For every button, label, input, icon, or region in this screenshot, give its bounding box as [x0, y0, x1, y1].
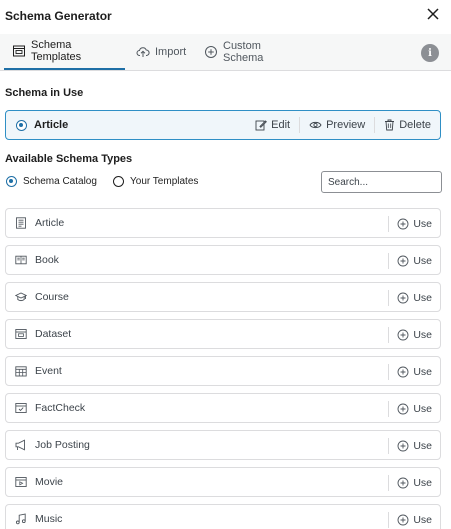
schema-item-job-posting: Job Posting Use — [5, 430, 441, 460]
schema-actions: Edit Preview Delete — [246, 111, 440, 139]
plus-circle-icon — [397, 477, 409, 489]
plus-circle-icon — [397, 440, 409, 452]
plus-circle-icon — [397, 218, 409, 230]
use-label: Use — [413, 329, 432, 341]
filter-label: Schema Catalog — [23, 176, 97, 187]
graduation-cap-icon — [15, 291, 27, 303]
delete-label: Delete — [399, 119, 431, 131]
info-icon[interactable]: i — [421, 44, 439, 62]
schema-item-course: Course Use — [5, 282, 441, 312]
use-label: Use — [413, 403, 432, 415]
edit-icon — [255, 120, 268, 131]
templates-icon — [12, 44, 26, 58]
tab-bar: Schema Templates Import Custom Schema — [0, 34, 451, 71]
filter-schema-catalog[interactable]: Schema Catalog — [6, 176, 97, 187]
preview-button[interactable]: Preview — [299, 117, 374, 133]
section-title-available-schema-types: Available Schema Types — [5, 153, 133, 165]
schema-item-article: Article Use — [5, 208, 441, 238]
calendar-icon — [15, 365, 27, 377]
article-icon — [15, 217, 27, 229]
schema-item-dataset: Dataset Use — [5, 319, 441, 349]
schema-item-movie: Movie Use — [5, 467, 441, 497]
schema-item-label: Course — [35, 291, 69, 303]
section-title-schema-in-use: Schema in Use — [5, 87, 84, 99]
use-label: Use — [413, 514, 432, 526]
tab-custom-schema[interactable]: Custom Schema — [196, 34, 300, 70]
close-icon[interactable] — [426, 7, 440, 21]
schema-item-label: Dataset — [35, 328, 72, 340]
tab-label: Custom Schema — [223, 40, 264, 64]
delete-button[interactable]: Delete — [374, 117, 440, 133]
use-button[interactable]: Use — [388, 475, 432, 491]
selected-radio-icon — [16, 119, 27, 131]
megaphone-icon — [15, 439, 27, 451]
schema-in-use-name: Article — [34, 119, 69, 131]
edit-button[interactable]: Edit — [246, 117, 299, 133]
use-label: Use — [413, 255, 432, 267]
modal-title: Schema Generator — [5, 9, 112, 23]
radio-schema-catalog[interactable] — [6, 176, 17, 187]
book-icon — [15, 254, 27, 266]
plus-circle-icon — [397, 292, 409, 304]
use-button[interactable]: Use — [388, 253, 432, 269]
schema-item-label: Article — [35, 217, 65, 229]
filter-label: Your Templates — [130, 176, 199, 187]
use-label: Use — [413, 440, 432, 452]
factcheck-icon — [15, 402, 27, 414]
plus-circle-icon — [397, 329, 409, 341]
trash-icon — [385, 119, 395, 131]
use-label: Use — [413, 292, 432, 304]
filter-your-templates[interactable]: Your Templates — [113, 176, 198, 187]
use-button[interactable]: Use — [388, 364, 432, 380]
music-icon — [15, 513, 27, 525]
plus-circle-icon — [397, 366, 409, 378]
use-label: Use — [413, 477, 432, 489]
tab-import[interactable]: Import — [128, 34, 190, 70]
schema-item-factcheck: FactCheck Use — [5, 393, 441, 423]
use-button[interactable]: Use — [388, 438, 432, 454]
schema-item-label: Music — [35, 513, 63, 525]
plus-circle-icon — [397, 255, 409, 267]
use-button[interactable]: Use — [388, 327, 432, 343]
schema-item-music: Music Use — [5, 504, 441, 529]
dataset-icon — [15, 328, 27, 340]
use-label: Use — [413, 218, 432, 230]
modal-header: Schema Generator — [0, 0, 451, 34]
schema-item-label: FactCheck — [35, 402, 86, 414]
schema-in-use-card: Article Edit Preview Delete — [5, 110, 441, 140]
schema-item-label: Job Posting — [35, 439, 90, 451]
movie-icon — [15, 476, 27, 488]
edit-label: Edit — [271, 119, 291, 131]
cloud-import-icon — [136, 45, 150, 59]
tab-label: Schema Templates — [31, 39, 82, 63]
use-button[interactable]: Use — [388, 216, 432, 232]
tab-label: Import — [155, 46, 187, 58]
plus-circle-icon — [397, 514, 409, 526]
radio-your-templates[interactable] — [113, 176, 124, 187]
schema-item-label: Movie — [35, 476, 64, 488]
schema-item-label: Book — [35, 254, 59, 266]
schema-item-event: Event Use — [5, 356, 441, 386]
use-button[interactable]: Use — [388, 290, 432, 306]
plus-circle-icon — [204, 45, 218, 59]
use-label: Use — [413, 366, 432, 378]
search-input[interactable] — [321, 171, 442, 193]
preview-label: Preview — [326, 119, 366, 131]
plus-circle-icon — [397, 403, 409, 415]
schema-item-book: Book Use — [5, 245, 441, 275]
tab-schema-templates[interactable]: Schema Templates — [4, 34, 125, 70]
schema-item-label: Event — [35, 365, 62, 377]
eye-icon — [309, 121, 322, 129]
use-button[interactable]: Use — [388, 512, 432, 528]
use-button[interactable]: Use — [388, 401, 432, 417]
